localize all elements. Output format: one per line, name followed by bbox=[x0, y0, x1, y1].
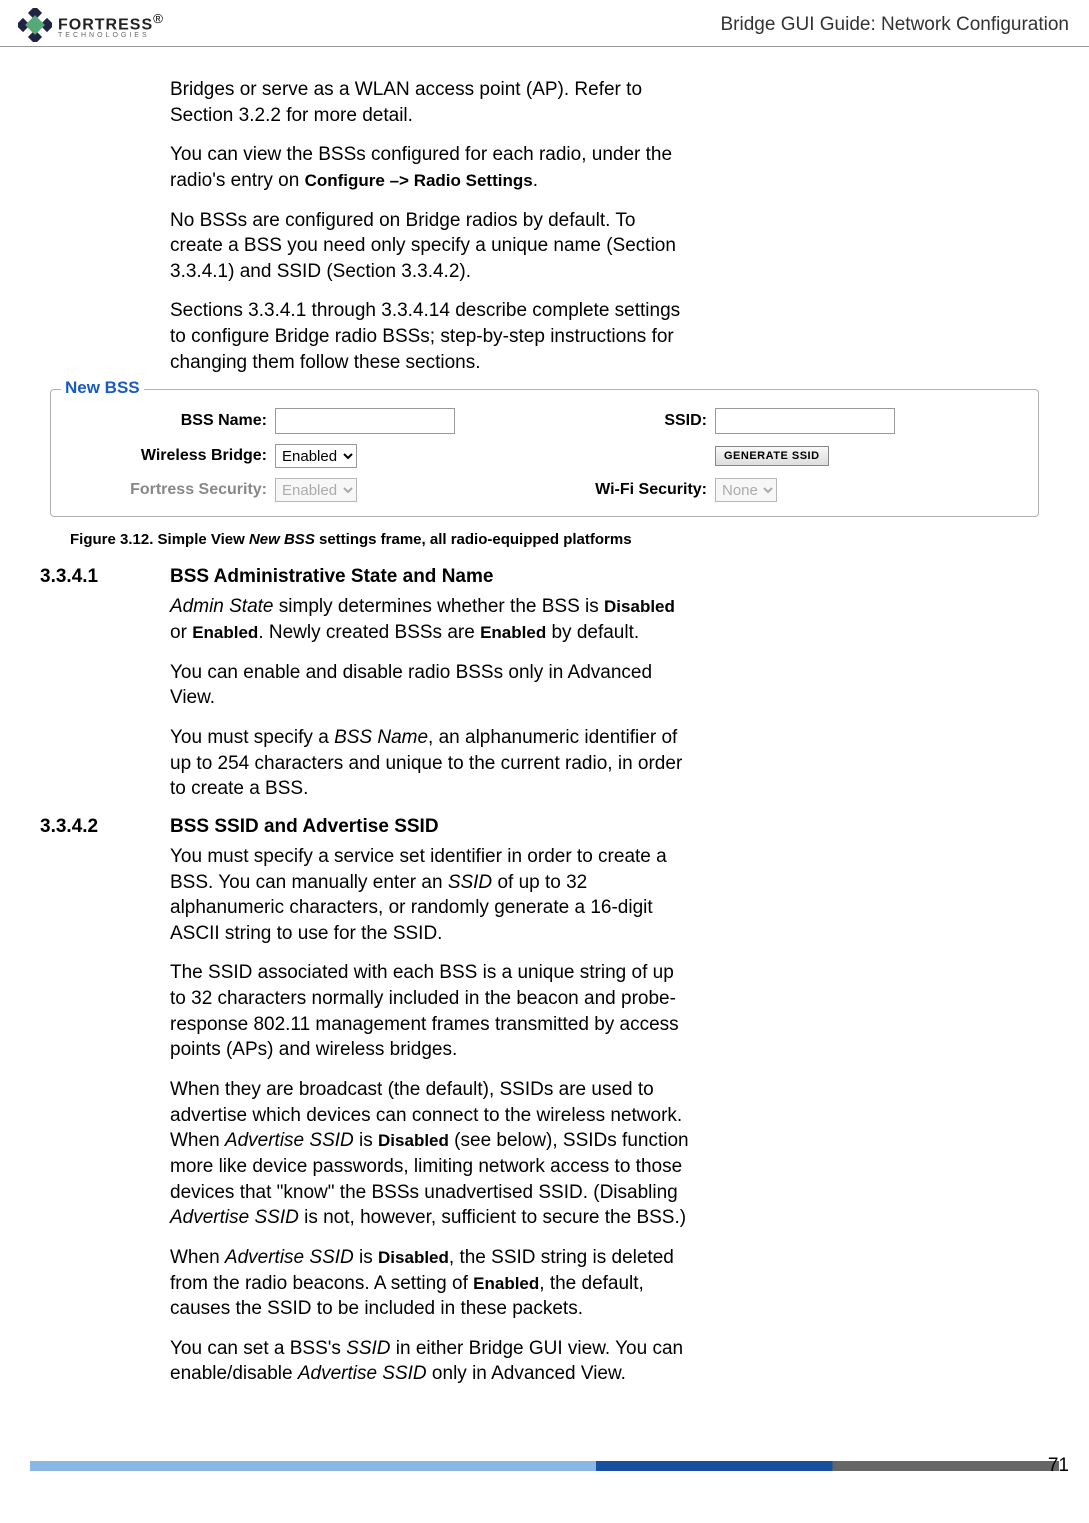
bss-name-input[interactable] bbox=[275, 408, 455, 434]
page-footer: 71 bbox=[0, 1461, 1089, 1471]
page-header: FORTRESS® TECHNOLOGIES Bridge GUI Guide:… bbox=[0, 0, 1089, 47]
logo-diamond-icon bbox=[18, 8, 52, 42]
bss-name-label: BSS Name: bbox=[65, 412, 275, 430]
logo-sub-text: TECHNOLOGIES bbox=[58, 32, 163, 39]
s1-p3: You must specify a BSS Name, an alphanum… bbox=[170, 725, 690, 802]
wireless-bridge-label: Wireless Bridge: bbox=[65, 447, 275, 465]
wifi-security-select: None bbox=[715, 478, 777, 502]
logo-main-text: FORTRESS bbox=[58, 16, 153, 33]
ssid-input[interactable] bbox=[715, 408, 895, 434]
section-title: BSS SSID and Advertise SSID bbox=[170, 816, 1049, 838]
ssid-label: SSID: bbox=[465, 412, 715, 430]
new-bss-figure: New BSS BSS Name: SSID: Wireless Bridge:… bbox=[40, 389, 1049, 517]
s1-p1: Admin State simply determines whether th… bbox=[170, 594, 690, 645]
s2-p1: You must specify a service set identifie… bbox=[170, 844, 690, 947]
s2-p5: You can set a BSS's SSID in either Bridg… bbox=[170, 1336, 690, 1387]
page-number: 71 bbox=[1048, 1455, 1069, 1477]
s2-p3: When they are broadcast (the default), S… bbox=[170, 1077, 690, 1231]
fortress-security-label: Fortress Security: bbox=[65, 481, 275, 499]
footer-bar bbox=[30, 1461, 1059, 1471]
section-3342-header: 3.3.4.2 BSS SSID and Advertise SSID bbox=[170, 816, 1049, 838]
fieldset-legend: New BSS bbox=[61, 378, 144, 398]
intro-p2: You can view the BSSs configured for eac… bbox=[170, 142, 690, 193]
section-title: BSS Administrative State and Name bbox=[170, 566, 1049, 588]
new-bss-fieldset: New BSS BSS Name: SSID: Wireless Bridge:… bbox=[50, 389, 1039, 517]
intro-p3: No BSSs are configured on Bridge radios … bbox=[170, 208, 690, 285]
s2-p2: The SSID associated with each BSS is a u… bbox=[170, 960, 690, 1063]
intro-p1: Bridges or serve as a WLAN access point … bbox=[170, 77, 690, 128]
fortress-security-select: Enabled bbox=[275, 478, 357, 502]
section-number: 3.3.4.1 bbox=[40, 566, 170, 588]
s2-p4: When Advertise SSID is Disabled, the SSI… bbox=[170, 1245, 690, 1322]
header-title: Bridge GUI Guide: Network Configuration bbox=[721, 14, 1070, 36]
intro-p4: Sections 3.3.4.1 through 3.3.4.14 descri… bbox=[170, 298, 690, 375]
s1-p2: You can enable and disable radio BSSs on… bbox=[170, 660, 690, 711]
section-number: 3.3.4.2 bbox=[40, 816, 170, 838]
wifi-security-label: Wi-Fi Security: bbox=[465, 481, 715, 499]
logo: FORTRESS® TECHNOLOGIES bbox=[18, 8, 163, 42]
figure-caption: Figure 3.12. Simple View New BSS setting… bbox=[70, 531, 1049, 548]
generate-ssid-button[interactable]: GENERATE SSID bbox=[715, 446, 829, 466]
section-3341-header: 3.3.4.1 BSS Administrative State and Nam… bbox=[170, 566, 1049, 588]
wireless-bridge-select[interactable]: Enabled bbox=[275, 444, 357, 468]
logo-reg: ® bbox=[153, 11, 163, 26]
